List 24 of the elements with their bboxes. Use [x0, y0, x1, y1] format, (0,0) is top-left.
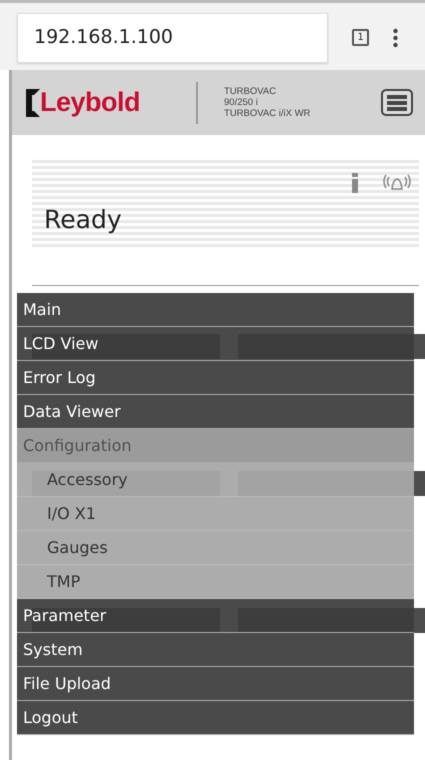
menu-item[interactable]: Data Viewer [17, 395, 414, 429]
submenu-item[interactable]: Accessory [17, 463, 414, 497]
menu-item[interactable]: System [17, 633, 414, 667]
info-icon[interactable] [351, 173, 359, 193]
address-bar[interactable]: 192.168.1.100 [17, 12, 328, 62]
menu-item[interactable]: Main [17, 293, 414, 327]
alarm-bell-icon[interactable] [383, 173, 411, 193]
menu-item[interactable]: File Upload [17, 667, 414, 701]
menu-item[interactable]: LCD View [17, 327, 414, 361]
menu-item[interactable]: Error Log [17, 361, 414, 395]
menu-button[interactable] [381, 89, 413, 116]
status-text: Ready [43, 204, 123, 236]
submenu-item[interactable]: TMP [17, 565, 414, 599]
model-text: TURBOVAC [224, 86, 278, 97]
submenu-item[interactable]: I/O X1 [17, 497, 414, 531]
submenu-item[interactable]: Gauges [17, 531, 414, 565]
logo[interactable]: Leybold [40, 82, 140, 123]
menu-item[interactable]: Logout [17, 701, 414, 735]
tab-count[interactable]: 1 [352, 29, 369, 46]
menu-icon[interactable] [393, 28, 398, 48]
menu-item[interactable]: Parameter [17, 599, 414, 633]
model-text: TURBOVAC i/iX WR [224, 108, 312, 119]
model-text: 90/250 i [224, 97, 259, 108]
bracket-icon [26, 88, 40, 116]
